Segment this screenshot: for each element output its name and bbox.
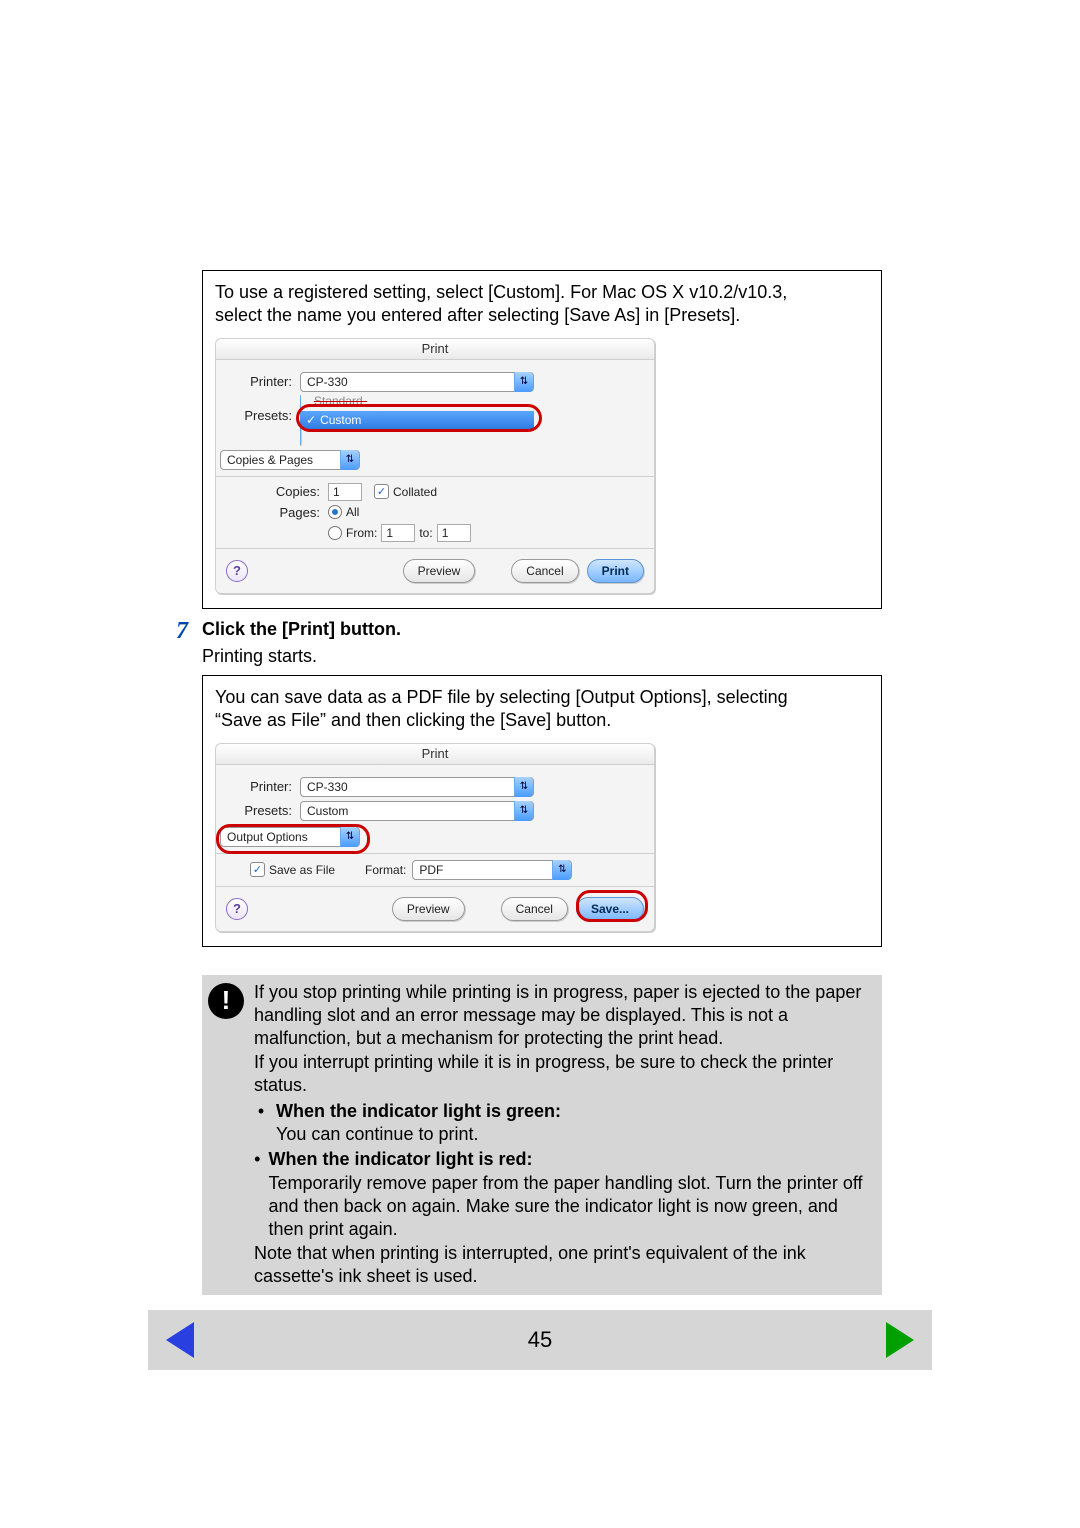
updown-icon: ⇅ <box>514 801 533 821</box>
dialog-title: Print <box>216 744 654 765</box>
printer-select[interactable]: CP-330 ⇅ <box>300 777 534 797</box>
collated-label: Collated <box>393 485 437 499</box>
pane-select[interactable]: Copies & Pages ⇅ <box>220 450 360 470</box>
note-p2: If you interrupt printing while it is in… <box>254 1051 876 1098</box>
checkmark-icon: ✓ <box>374 484 389 499</box>
format-label: Format: <box>365 863 406 877</box>
pdf-save-info-box: You can save data as a PDF file by selec… <box>202 675 882 947</box>
pages-all-label: All <box>346 505 359 519</box>
intro-line-1: To use a registered setting, select [Cus… <box>215 281 869 304</box>
bullet-dot: • <box>254 1100 268 1147</box>
presets-select-open[interactable]: Standard ✓ Custom <box>300 396 534 444</box>
print-dialog-2: Print Printer: CP-330 ⇅ Presets: Custom <box>215 743 655 932</box>
pages-range-radio[interactable] <box>328 526 342 540</box>
copies-label: Copies: <box>226 484 320 499</box>
page-footer: 45 <box>148 1310 932 1370</box>
separator <box>216 853 654 854</box>
presets-label: Presets: <box>226 803 292 818</box>
format-select[interactable]: PDF ⇅ <box>412 860 572 880</box>
printer-value: CP-330 <box>307 375 514 389</box>
step-number: 7 <box>168 619 188 667</box>
presets-select[interactable]: Custom ⇅ <box>300 801 534 821</box>
bullet-dot: • <box>254 1148 261 1242</box>
cancel-button[interactable]: Cancel <box>501 897 568 921</box>
checkmark-icon: ✓ <box>250 862 265 877</box>
preview-button[interactable]: Preview <box>403 559 476 583</box>
separator <box>216 886 654 887</box>
updown-icon: ⇅ <box>340 827 359 847</box>
copies-input[interactable]: 1 <box>328 483 362 501</box>
note-red-body: Temporarily remove paper from the paper … <box>269 1172 876 1242</box>
updown-icon: ⇅ <box>514 372 533 392</box>
to-label: to: <box>419 526 432 540</box>
separator <box>216 476 654 477</box>
cancel-button[interactable]: Cancel <box>511 559 578 583</box>
next-page-icon[interactable] <box>886 1322 914 1358</box>
pane-value: Output Options <box>227 830 340 844</box>
step-7: 7 Click the [Print] button. Printing sta… <box>202 619 882 667</box>
prev-page-icon[interactable] <box>166 1322 194 1358</box>
info-icon: ! <box>208 983 244 1019</box>
updown-icon: ⇅ <box>340 450 359 470</box>
note-p1: If you stop printing while printing is i… <box>254 981 876 1051</box>
pdf-line-1: You can save data as a PDF file by selec… <box>215 686 869 709</box>
separator <box>216 548 654 549</box>
pages-all-radio[interactable] <box>328 505 342 519</box>
help-button[interactable]: ? <box>226 898 248 920</box>
format-value: PDF <box>419 863 552 877</box>
step-subtext: Printing starts. <box>202 646 401 667</box>
updown-icon: ⇅ <box>514 777 533 797</box>
print-button[interactable]: Print <box>587 559 644 583</box>
collated-checkbox[interactable]: ✓ Collated <box>374 484 437 499</box>
pane-select[interactable]: Output Options ⇅ <box>220 827 360 847</box>
save-as-file-label: Save as File <box>269 863 335 877</box>
to-input[interactable]: 1 <box>437 524 471 542</box>
from-label: From: <box>346 526 377 540</box>
step-title: Click the [Print] button. <box>202 619 401 640</box>
preview-button[interactable]: Preview <box>392 897 465 921</box>
presets-value: Custom <box>307 804 514 818</box>
checkmark-icon: ✓ <box>306 413 316 427</box>
printer-label: Printer: <box>226 779 292 794</box>
info-note-box: ! If you stop printing while printing is… <box>202 975 882 1295</box>
note-green-body: You can continue to print. <box>276 1123 561 1146</box>
from-input[interactable]: 1 <box>381 524 415 542</box>
pane-value: Copies & Pages <box>227 453 340 467</box>
save-as-file-checkbox[interactable]: ✓ Save as File <box>250 862 335 877</box>
presets-label: Presets: <box>226 408 292 423</box>
dialog-title: Print <box>216 339 654 360</box>
note-green-title: When the indicator light is green: <box>276 1101 561 1121</box>
help-button[interactable]: ? <box>226 560 248 582</box>
pages-label: Pages: <box>226 505 320 520</box>
print-dialog-1: Print Printer: CP-330 ⇅ Presets: Standar… <box>215 338 655 594</box>
note-red-title: When the indicator light is red: <box>269 1149 533 1169</box>
updown-icon: ⇅ <box>552 860 571 880</box>
pdf-line-2: “Save as File” and then clicking the [Sa… <box>215 709 869 732</box>
printer-label: Printer: <box>226 374 292 389</box>
save-button[interactable]: Save... <box>576 897 644 921</box>
presets-standard-struck: Standard <box>314 394 363 408</box>
printer-value: CP-330 <box>307 780 514 794</box>
page-number: 45 <box>528 1327 552 1353</box>
intro-line-2: select the name you entered after select… <box>215 304 869 327</box>
custom-preset-info-box: To use a registered setting, select [Cus… <box>202 270 882 609</box>
printer-select[interactable]: CP-330 ⇅ <box>300 372 534 392</box>
presets-selected-item: Custom <box>320 413 361 427</box>
note-p3: Note that when printing is interrupted, … <box>254 1242 876 1289</box>
